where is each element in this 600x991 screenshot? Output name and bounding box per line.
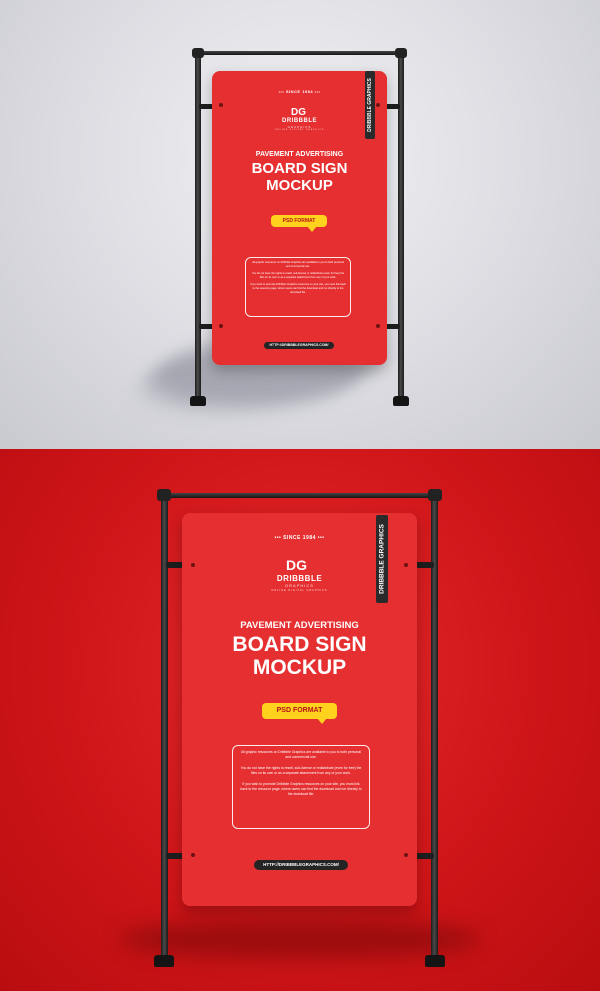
since-label: ••• SINCE 1984 ••• bbox=[274, 535, 325, 541]
website-url-label: HTTP://DRIBBBLEGRAPHICS.COM/ bbox=[254, 860, 348, 870]
brand-logo-mark: DG bbox=[286, 557, 307, 573]
stand-top-right-joint bbox=[395, 48, 407, 58]
brand-logo-tagline: ONLINE DIGITAL GRAPHICS bbox=[274, 129, 325, 131]
sign-subheading: PAVEMENT ADVERTISING bbox=[240, 620, 359, 631]
sign-screw bbox=[191, 563, 195, 567]
grey-background-mockup-scene: DRIBBBLE GRAPHICS ••• SINCE 1984 ••• DG … bbox=[0, 0, 600, 449]
sign-clip bbox=[416, 562, 434, 568]
sign-subheading: PAVEMENT ADVERTISING bbox=[255, 151, 344, 158]
stand-left-foot bbox=[190, 396, 206, 406]
brand-logo-tagline: ONLINE DIGITAL GRAPHICS bbox=[271, 589, 328, 592]
board-sign: DRIBBBLE GRAPHICS ••• SINCE 1984 ••• DG … bbox=[182, 513, 417, 906]
stand-right-foot bbox=[393, 396, 409, 406]
stand-top-right-joint bbox=[428, 489, 442, 501]
sign-heading-line-1: BOARD SIGN bbox=[251, 160, 348, 177]
brand-logo-name: DRIBBBLE bbox=[276, 574, 323, 583]
sign-heading-line-2: MOCKUP bbox=[266, 177, 333, 194]
stand-top-left-joint bbox=[157, 489, 171, 501]
board-sign: DRIBBBLE GRAPHICS ••• SINCE 1984 ••• DG … bbox=[212, 71, 387, 365]
sign-screw bbox=[191, 853, 195, 857]
stand-right-foot bbox=[425, 955, 445, 967]
sign-screw bbox=[376, 103, 380, 107]
stand-left-pole bbox=[195, 48, 201, 400]
license-paragraph-1: All graphic resources on Dribbble Graphi… bbox=[240, 750, 362, 760]
license-paragraph-2: You do not have the rights to resell, su… bbox=[240, 765, 362, 776]
sign-screw bbox=[219, 103, 223, 107]
brand-logo-name: DRIBBBLE bbox=[282, 118, 317, 124]
stand-right-pole bbox=[398, 48, 404, 400]
sign-heading-line-1: BOARD SIGN bbox=[232, 633, 367, 656]
website-url-label: HTTP://DRIBBBLEGRAPHICS.COM/ bbox=[264, 342, 334, 349]
sign-heading-line-2: MOCKUP bbox=[252, 656, 347, 679]
license-paragraph-3: If you wish to promote Dribbble Graphics… bbox=[250, 283, 346, 294]
license-paragraph-2: You do not have the rights to resell, su… bbox=[251, 272, 345, 279]
sign-clip bbox=[416, 853, 434, 859]
stand-top-bar bbox=[160, 493, 440, 498]
stand-shadow bbox=[120, 919, 480, 959]
license-text-box: All graphic resources on Dribbble Graphi… bbox=[245, 257, 351, 317]
sign-screw bbox=[376, 324, 380, 328]
license-text-box: All graphic resources on Dribbble Graphi… bbox=[232, 745, 370, 829]
brand-logo-mark: DG bbox=[291, 107, 306, 118]
stand-left-foot bbox=[154, 955, 174, 967]
psd-format-badge: PSD FORMAT bbox=[262, 703, 337, 724]
stand-top-left-joint bbox=[192, 48, 204, 58]
sign-screw bbox=[404, 563, 408, 567]
brand-logo-sub: GRAPHICS bbox=[285, 583, 314, 588]
psd-format-badge: PSD FORMAT bbox=[271, 215, 327, 232]
sign-screw bbox=[219, 324, 223, 328]
license-paragraph-3: If you wish to promote Dribbble Graphics… bbox=[240, 781, 362, 797]
stand-top-bar bbox=[193, 51, 407, 55]
since-label: ••• SINCE 1984 ••• bbox=[278, 89, 321, 94]
sign-screw bbox=[404, 853, 408, 857]
red-background-mockup-scene: DRIBBBLE GRAPHICS ••• SINCE 1984 ••• DG … bbox=[0, 449, 600, 991]
license-paragraph-1: All graphic resources on Dribbble Graphi… bbox=[252, 261, 344, 268]
